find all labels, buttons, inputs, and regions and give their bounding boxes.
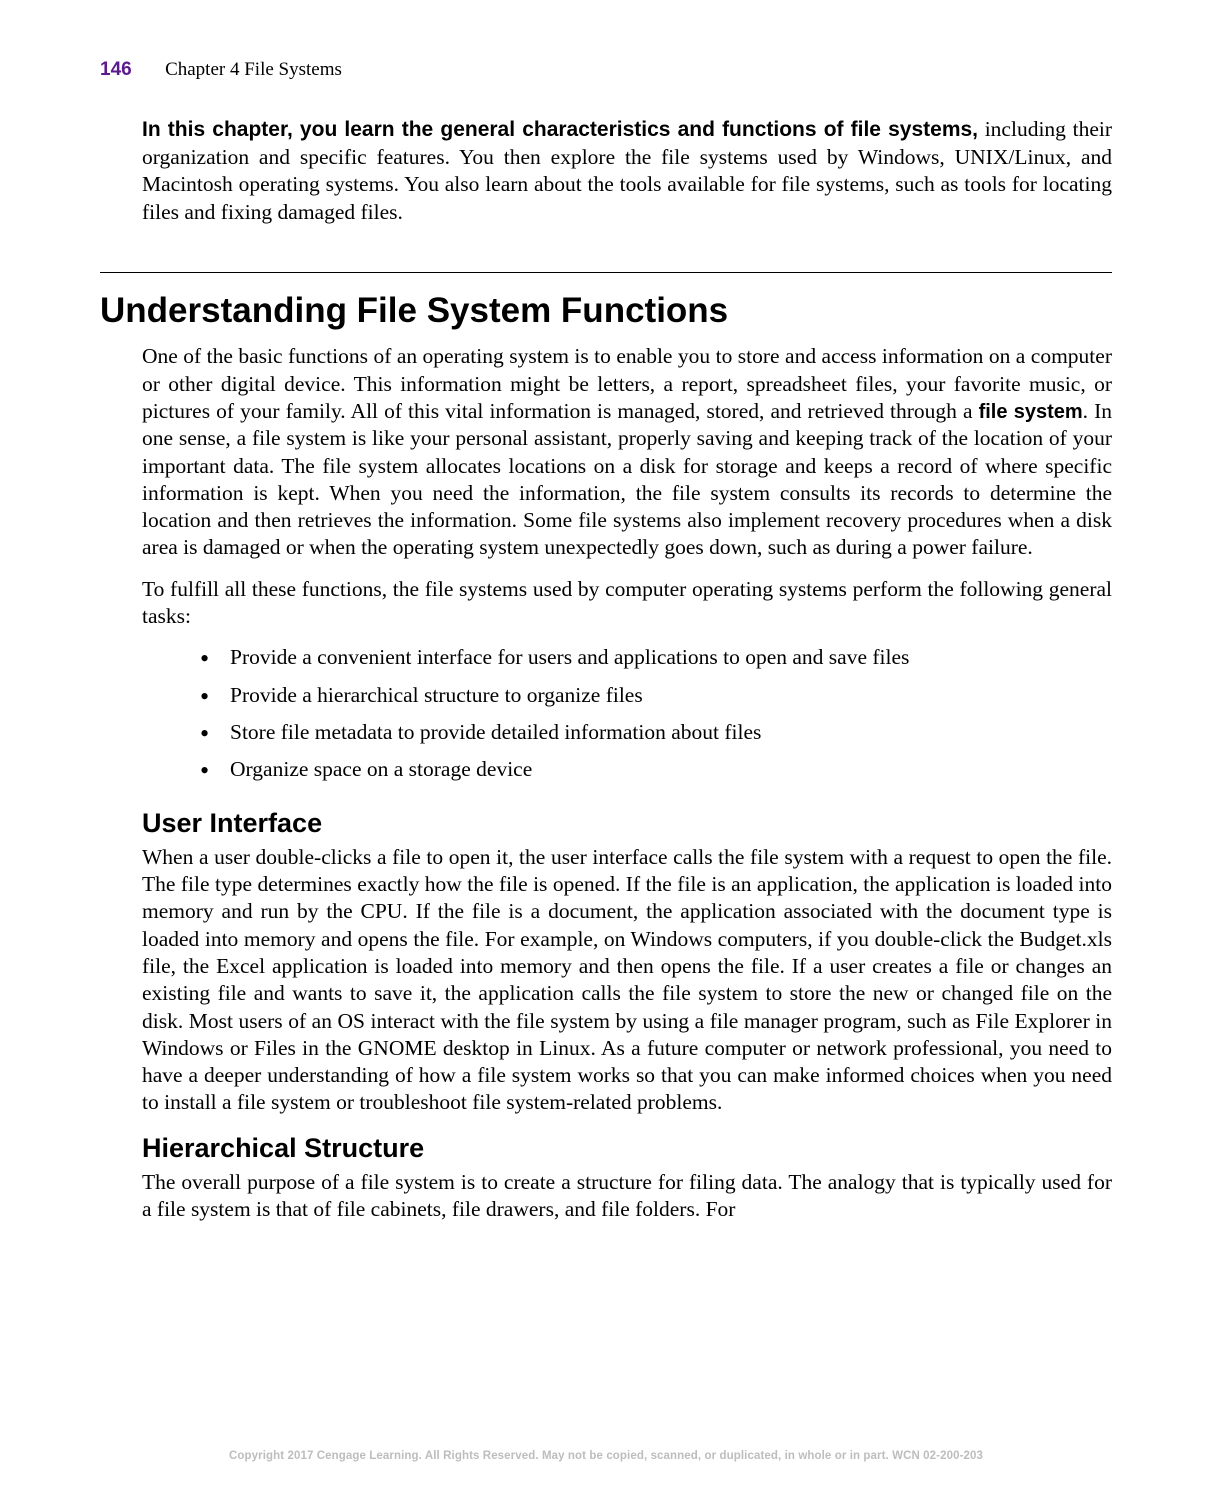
subsection-para-user-interface: When a user double-clicks a file to open… [142,844,1112,1117]
subsection-para-hierarchical-structure: The overall purpose of a file system is … [142,1169,1112,1224]
list-item: Organize space on a storage device [200,756,1112,783]
page-number: 146 [100,59,132,80]
subsection-heading-user-interface: User Interface [142,806,1112,840]
intro-paragraph: In this chapter, you learn the general c… [142,116,1112,226]
list-item: Store file metadata to provide detailed … [200,719,1112,746]
section-para-2: To fulfill all these functions, the file… [142,576,1112,631]
section-para-1: One of the basic functions of an operati… [142,343,1112,561]
key-term-file-system: file system [979,401,1083,423]
chapter-label: Chapter 4 File Systems [165,59,342,80]
intro-lead-bold: In this chapter, you learn the general c… [142,118,978,141]
running-header: 146 Chapter 4 File Systems [100,55,1112,82]
list-item: Provide a convenient interface for users… [200,644,1112,671]
section-rule [100,272,1112,273]
book-page: 146 Chapter 4 File Systems In this chapt… [0,0,1212,1500]
copyright-footer: Copyright 2017 Cengage Learning. All Rig… [100,1449,1112,1464]
subsection-heading-hierarchical-structure: Hierarchical Structure [142,1131,1112,1165]
list-item: Provide a hierarchical structure to orga… [200,682,1112,709]
task-list: Provide a convenient interface for users… [142,644,1112,783]
section-heading: Understanding File System Functions [100,289,1112,333]
section-body: One of the basic functions of an operati… [142,343,1112,1223]
para1-a: One of the basic functions of an operati… [142,344,1112,423]
chapter-intro: In this chapter, you learn the general c… [142,116,1112,226]
